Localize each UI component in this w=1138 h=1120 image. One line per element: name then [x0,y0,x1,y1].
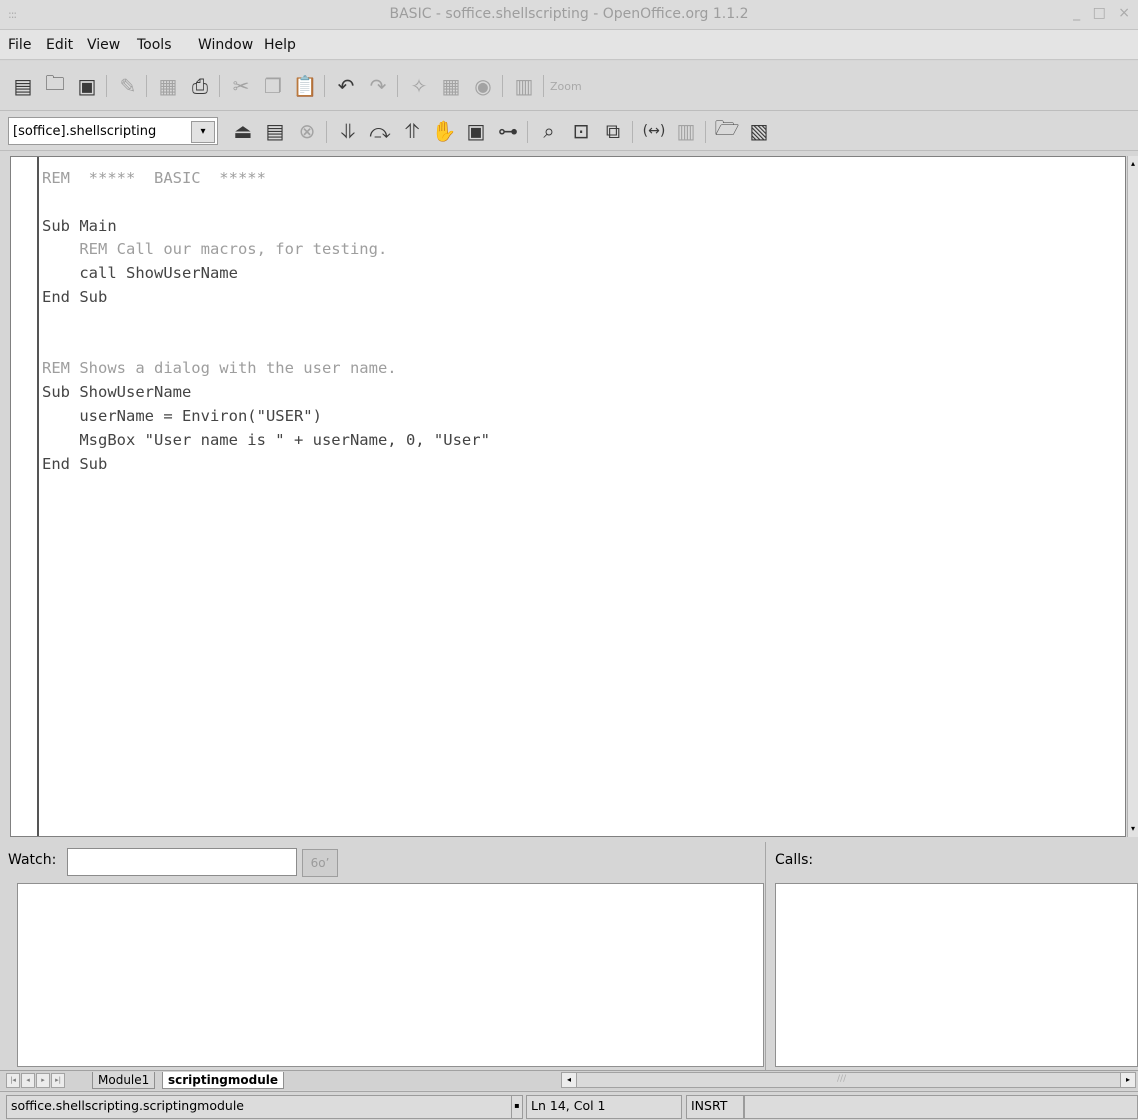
enable-watch-icon[interactable]: ⊶ [495,118,521,144]
stop-icon[interactable]: ⊗ [294,118,320,144]
status-mode[interactable]: INSRT [686,1095,744,1119]
export-pdf-icon[interactable]: ▦ [155,73,181,99]
separator [632,121,633,143]
table-icon[interactable]: ▦ [438,73,464,99]
chevron-down-icon[interactable]: ▾ [191,121,215,143]
code-line[interactable]: userName = Environ("USER") [42,405,1122,429]
title-bar: ::: BASIC - soffice.shellscripting - Ope… [0,0,1138,30]
data-sources-icon[interactable]: ▥ [511,73,537,99]
insert-source-file-icon[interactable]: 🗁 [714,116,740,144]
first-tab-icon[interactable]: |◂ [6,1073,20,1088]
window-title: BASIC - soffice.shellscripting - OpenOff… [389,6,749,22]
cut-icon[interactable]: ✂ [228,73,254,99]
last-tab-icon[interactable]: ▸| [51,1073,65,1088]
code-line[interactable] [42,334,1122,358]
menu-view[interactable]: View [87,37,120,53]
save-icon[interactable]: ▣ [74,73,100,99]
menu-bar: File Edit View Tools Window Help [0,30,1138,60]
scroll-down-icon[interactable]: ▾ [1128,823,1138,835]
editor-horizontal-scrollbar[interactable]: ◂ /// ▸ [561,1072,1136,1088]
menu-tools[interactable]: Tools [137,37,172,53]
paste-icon[interactable]: 📋 [292,73,318,99]
scroll-left-icon[interactable]: ◂ [562,1073,577,1087]
status-empty-field [744,1095,1138,1119]
code-comment-line[interactable]: REM Shows a dialog with the user name. [42,357,1122,381]
menu-window[interactable]: Window [198,37,253,53]
scroll-grip-icon: /// [837,1074,847,1084]
edit-file-icon[interactable]: ✎ [115,73,141,99]
object-catalog-icon[interactable]: ⌕ [536,118,562,144]
redo-icon[interactable]: ↷ [365,73,391,99]
separator [543,75,544,97]
separator [106,75,107,97]
tab-module1[interactable]: Module1 [92,1072,156,1089]
calls-list[interactable] [775,883,1138,1067]
zoom-label[interactable]: Zoom [550,80,582,93]
menu-edit[interactable]: Edit [46,37,73,53]
menu-help[interactable]: Help [264,37,296,53]
scroll-up-icon[interactable]: ▴ [1128,158,1138,170]
editor-vertical-scrollbar[interactable]: ▴ ▾ [1127,156,1138,837]
code-line[interactable]: End Sub [42,453,1122,477]
compile-icon[interactable]: ⏏ [230,118,256,144]
code-line[interactable]: call ShowUserName [42,262,1122,286]
gallery-icon[interactable]: ◉ [470,73,496,99]
run-basic-icon[interactable]: ▤ [262,118,288,144]
code-line[interactable]: End Sub [42,286,1122,310]
breakpoint-gutter[interactable] [11,157,39,836]
open-folder-icon[interactable]: 🗀 [42,71,68,99]
watch-label: Watch: [8,852,57,868]
status-position: Ln 14, Col 1 [526,1095,682,1119]
scroll-right-icon[interactable]: ▸ [1120,1073,1135,1087]
copy-icon[interactable]: ❐ [260,73,286,99]
calls-label: Calls: [775,852,814,868]
code-line[interactable]: Sub Main [42,215,1122,239]
code-comment-line[interactable]: REM ***** BASIC ***** [42,167,1122,191]
menu-file[interactable]: File [8,37,31,53]
library-selector-value: [soffice].shellscripting [13,124,157,139]
separator [502,75,503,97]
code-editor[interactable]: REM ***** BASIC ***** Sub Main REM Call o… [10,156,1126,837]
step-over-icon[interactable]: ⤼ [367,118,393,144]
tab-scriptingmodule[interactable]: scriptingmodule [162,1072,284,1089]
separator [397,75,398,97]
separator [326,121,327,143]
code-line[interactable]: Sub ShowUserName [42,381,1122,405]
print-icon[interactable]: ⎙ [187,73,213,99]
next-tab-icon[interactable]: ▸ [36,1073,50,1088]
code-text[interactable]: REM ***** BASIC ***** Sub Main REM Call o… [42,167,1122,827]
controls-icon[interactable]: ▥ [673,118,699,144]
separator [219,75,220,97]
save-source-as-icon[interactable]: ▧ [746,118,772,144]
standard-toolbar: ▤ 🗀 ▣ ✎ ▦ ⎙ ✂ ❐ 📋 ↶ ↷ ✧ ▦ ◉ ▥ Zoom [0,61,1138,111]
watch-input[interactable] [67,848,297,876]
separator [705,121,706,143]
code-line[interactable] [42,310,1122,334]
navigator-icon[interactable]: ✧ [406,73,432,99]
manage-breakpoints-icon[interactable]: ▣ [463,118,489,144]
status-path: soffice.shellscripting.scriptingmodule [6,1095,512,1119]
separator [146,75,147,97]
code-line[interactable]: MsgBox "User name is " + userName, 0, "U… [42,429,1122,453]
code-line[interactable] [42,191,1122,215]
modules-icon[interactable]: ⧉ [600,118,626,144]
new-document-icon[interactable]: ▤ [10,73,36,99]
step-out-icon[interactable]: ⥣ [399,118,425,144]
separator [324,75,325,97]
library-selector[interactable]: [soffice].shellscripting ▾ [8,117,218,145]
step-into-icon[interactable]: ⥥ [335,118,361,144]
glasses-icon[interactable]: 6o’ [302,849,338,877]
status-marker-icon: ▪ [511,1095,523,1119]
watch-list[interactable] [17,883,764,1067]
macros-icon[interactable]: ⊡ [568,118,594,144]
find-parentheses-icon[interactable]: (↔) [641,118,667,144]
separator [527,121,528,143]
breakpoint-icon[interactable]: ✋ [431,118,457,144]
code-comment-line[interactable]: REM Call our macros, for testing. [42,238,1122,262]
window-controls[interactable]: _ □ × [1073,5,1134,21]
undo-icon[interactable]: ↶ [333,73,359,99]
prev-tab-icon[interactable]: ◂ [21,1073,35,1088]
